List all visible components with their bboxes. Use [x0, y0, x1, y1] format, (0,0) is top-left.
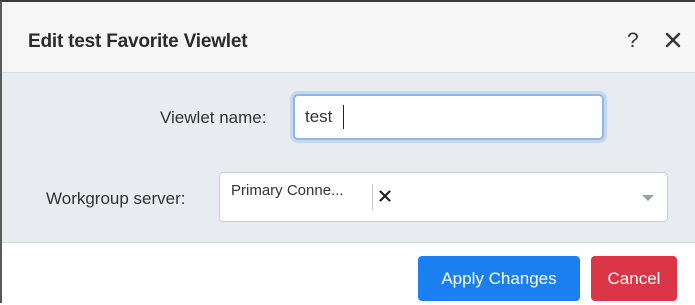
help-button[interactable]: ? [627, 29, 639, 53]
close-icon [665, 32, 681, 48]
viewlet-name-label: Viewlet name: [160, 108, 267, 127]
workgroup-server-label: Workgroup server: [46, 189, 186, 208]
chevron-down-icon[interactable] [642, 195, 654, 201]
text-caret [343, 105, 344, 129]
remove-selection-button[interactable] [378, 189, 392, 203]
selected-server-label: Primary Conne... [231, 182, 344, 199]
viewlet-name-input[interactable] [293, 94, 604, 140]
dialog-footer: Apply Changes Cancel [2, 243, 695, 305]
close-button[interactable] [664, 31, 682, 49]
dialog-body: Viewlet name: Workgroup server: Primary … [2, 73, 695, 243]
dialog-title: Edit test Favorite Viewlet [28, 31, 248, 52]
cancel-button[interactable]: Cancel [591, 256, 677, 301]
selected-server-chip: Primary Conne... [227, 178, 402, 210]
edit-viewlet-dialog: Edit test Favorite Viewlet ? Viewlet nam… [0, 0, 695, 305]
dialog-header: Edit test Favorite Viewlet ? [2, 2, 695, 73]
close-icon [379, 190, 391, 202]
workgroup-server-select[interactable]: Primary Conne... [219, 172, 668, 222]
chip-divider [372, 184, 373, 210]
apply-changes-button[interactable]: Apply Changes [418, 256, 580, 301]
